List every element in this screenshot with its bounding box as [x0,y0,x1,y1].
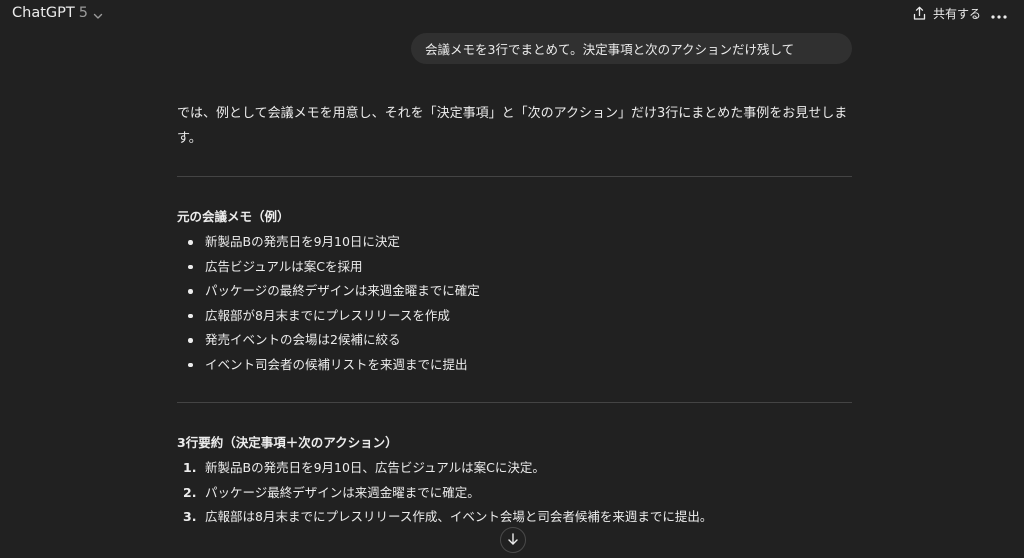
list-item-text: イベント司会者の候補リストを来週までに提出 [205,356,468,372]
bullet-dot [188,313,193,318]
list-item-text: 発売イベントの会場は2候補に絞る [205,332,401,347]
list-number: 3. [183,509,197,524]
model-name: ChatGPT [12,5,75,21]
list-item: 広報部が8月末までにプレスリリースを作成 [177,304,852,329]
chevron-down-icon [92,7,104,19]
model-switcher[interactable]: ChatGPT 5 [12,5,104,21]
more-horizontal-icon [991,4,1007,23]
bullet-dot [188,264,193,269]
assistant-intro-text: では、例として会議メモを用意し、それを「決定事項」と「次のアクション」だけ3行に… [177,106,848,146]
bullet-dot [188,362,193,367]
list-item-text: 広告ビジュアルは案Cを採用 [205,258,363,274]
list-number: 1. [183,460,197,475]
divider [177,402,852,403]
list-item-text: パッケージ最終デザインは来週金曜までに確定。 [205,484,480,500]
list-item: 発売イベントの会場は2候補に絞る [177,328,852,353]
list-item: 3. 広報部は8月末までにプレスリリース作成、イベント会場と司会者候補を来週までに… [177,505,852,530]
top-bar: ChatGPT 5 共有する [0,0,1024,30]
share-label: 共有する [933,7,982,21]
summary-section-title: 3行要約（決定事項＋次のアクション） [177,435,398,450]
list-item-text: 新製品Bの発売日を9月10日、広告ビジュアルは案Cに決定。 [205,460,545,475]
memo-section-title: 元の会議メモ（例） [177,209,290,224]
memo-bullet-list: 新製品Bの発売日を9月10日に決定 広告ビジュアルは案Cを採用 パッケージの最終… [177,230,852,377]
divider [177,176,852,177]
share-upload-icon [912,6,927,21]
list-item-text: 広報部は8月末までにプレスリリース作成、イベント会場と司会者候補を来週までに提出… [205,509,713,524]
list-item-text: 広報部が8月末までにプレスリリースを作成 [205,307,450,323]
list-item: 1. 新製品Bの発売日を9月10日、広告ビジュアルは案Cに決定。 [177,456,852,481]
list-number: 2. [183,484,197,500]
list-item-text: パッケージの最終デザインは来週金曜までに確定 [205,283,480,298]
list-item: 広告ビジュアルは案Cを採用 [177,255,852,280]
user-message-bubble: 会議メモを3行でまとめて。決定事項と次のアクションだけ残して [411,33,852,64]
arrow-down-icon [506,531,520,550]
summary-numbered-list: 1. 新製品Bの発売日を9月10日、広告ビジュアルは案Cに決定。 2. パッケージ最… [177,456,852,530]
list-item: パッケージの最終デザインは来週金曜までに確定 [177,279,852,304]
user-message-text: 会議メモを3行でまとめて。決定事項と次のアクションだけ残して [425,42,795,57]
list-item: イベント司会者の候補リストを来週までに提出 [177,353,852,378]
scroll-to-bottom-button[interactable] [500,527,526,553]
share-button[interactable]: 共有する [912,5,981,22]
model-version: 5 [78,5,88,21]
more-options-button[interactable] [988,5,1010,21]
bullet-dot [188,338,193,343]
list-item-text: 新製品Bの発売日を9月10日に決定 [205,234,400,249]
bullet-dot [188,289,193,294]
list-item: 新製品Bの発売日を9月10日に決定 [177,230,852,255]
bullet-dot [188,240,193,245]
list-item: 2. パッケージ最終デザインは来週金曜までに確定。 [177,481,852,506]
